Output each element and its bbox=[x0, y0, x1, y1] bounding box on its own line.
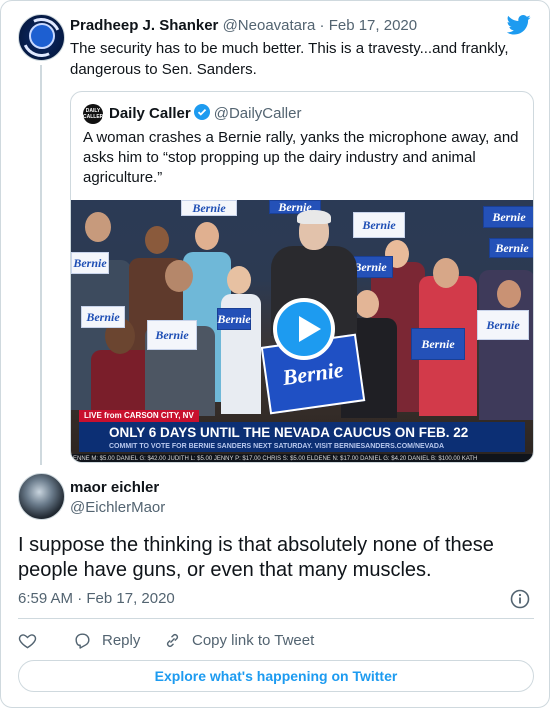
actions-divider bbox=[18, 618, 534, 619]
copy-link-button[interactable]: Copy link to Tweet bbox=[163, 629, 314, 651]
parent-header-separator: · bbox=[319, 17, 325, 34]
donation-ticker: ENNE M: $5.00 DANIEL G: $42.00 JUDITH L:… bbox=[71, 454, 533, 462]
info-icon[interactable] bbox=[510, 589, 530, 609]
reply-button[interactable]: Reply bbox=[73, 629, 140, 651]
speaker-hair bbox=[297, 210, 331, 224]
tweet-embed-card: Pradheep J. Shanker @Neoavatara · Feb 17… bbox=[0, 0, 550, 708]
quoted-author-avatar: DAILY CALLER bbox=[83, 104, 103, 124]
crowd-figure bbox=[355, 290, 379, 318]
quoted-tweet-text: A woman crashes a Bernie rally, yanks th… bbox=[83, 129, 519, 186]
video-thumbnail[interactable]: Bernie Bernie Bernie Bernie Bernie Berni… bbox=[71, 200, 533, 462]
bernie-sign: Bernie bbox=[147, 320, 197, 350]
avatar-ring bbox=[19, 15, 64, 60]
copy-link-label: Copy link to Tweet bbox=[192, 631, 315, 649]
bernie-sign: Bernie bbox=[489, 238, 533, 258]
chyron-subline: COMMIT TO VOTE FOR BERNIE SANDERS NEXT S… bbox=[79, 442, 525, 452]
reply-tweet-timestamp[interactable]: 6:59 AM · Feb 17, 2020 bbox=[18, 589, 175, 609]
parent-author-handle[interactable]: @Neoavatara bbox=[223, 17, 316, 34]
crowd-figure bbox=[195, 222, 219, 250]
crowd-figure bbox=[497, 280, 521, 308]
bernie-sign: Bernie bbox=[483, 206, 533, 228]
reply-author-name[interactable]: maor eichler bbox=[70, 478, 159, 498]
reply-author-handle[interactable]: @EichlerMaor bbox=[70, 498, 165, 518]
play-icon[interactable] bbox=[273, 298, 335, 360]
chyron-live-tag: LIVE from CARSON CITY, NV bbox=[79, 410, 199, 422]
like-button[interactable] bbox=[18, 629, 47, 651]
twitter-bird-icon[interactable] bbox=[507, 15, 531, 35]
reply-icon bbox=[75, 632, 90, 649]
parent-tweet-header: Pradheep J. Shanker @Neoavatara · Feb 17… bbox=[70, 16, 417, 36]
explore-twitter-button[interactable]: Explore what's happening on Twitter bbox=[18, 660, 534, 692]
crowd-figure bbox=[145, 226, 169, 254]
crowd-figure bbox=[165, 260, 193, 292]
news-chyron: LIVE from CARSON CITY, NV ONLY 6 DAYS UN… bbox=[71, 408, 533, 462]
bernie-sign: Bernie bbox=[71, 252, 109, 274]
quoted-author-name: Daily Caller bbox=[109, 105, 191, 122]
bernie-sign: Bernie bbox=[353, 212, 405, 238]
reply-label: Reply bbox=[102, 631, 141, 649]
heart-icon bbox=[18, 633, 37, 648]
thread-connector-line bbox=[40, 65, 42, 465]
quoted-author-handle: @DailyCaller bbox=[213, 105, 302, 122]
reply-author-avatar[interactable] bbox=[18, 473, 65, 520]
crowd-figure bbox=[85, 212, 111, 242]
reply-tweet-text: I suppose the thinking is that absolutel… bbox=[18, 534, 494, 581]
parent-tweet-text: The security has to be much better. This… bbox=[70, 40, 509, 78]
bernie-sign: Bernie bbox=[181, 200, 237, 216]
parent-tweet-date[interactable]: Feb 17, 2020 bbox=[329, 17, 417, 34]
bernie-sign: Bernie bbox=[411, 328, 465, 360]
crowd-figure bbox=[433, 258, 459, 288]
crowd-figure bbox=[227, 266, 251, 294]
chyron-headline: ONLY 6 DAYS UNTIL THE NEVADA CAUCUS ON F… bbox=[79, 422, 525, 444]
link-icon bbox=[166, 633, 179, 647]
bernie-sign: Bernie bbox=[217, 308, 251, 330]
parent-author-avatar[interactable] bbox=[18, 14, 65, 61]
quoted-tweet[interactable]: DAILY CALLER Daily Caller @DailyCaller A … bbox=[70, 91, 534, 463]
bernie-sign: Bernie bbox=[477, 310, 529, 340]
bernie-sign: Bernie bbox=[81, 306, 125, 328]
quoted-tweet-header: Daily Caller @DailyCaller bbox=[109, 104, 301, 124]
verified-badge-icon bbox=[193, 104, 210, 120]
parent-author-name[interactable]: Pradheep J. Shanker bbox=[70, 17, 218, 34]
